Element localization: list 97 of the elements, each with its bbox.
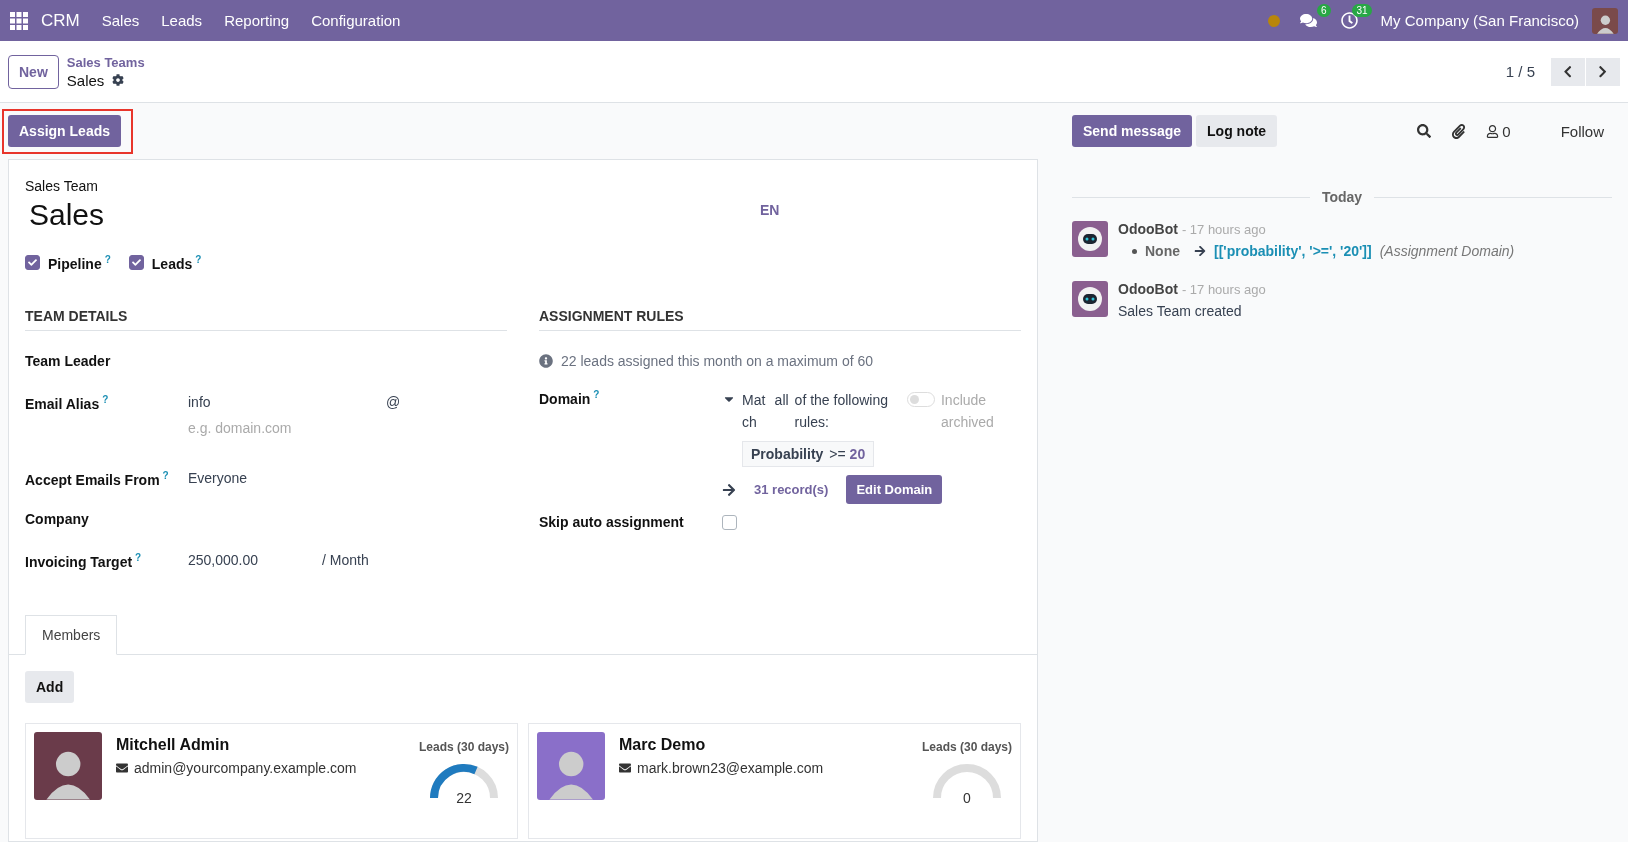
bullet-icon [1132,248,1137,254]
paperclip-icon[interactable] [1451,123,1467,139]
new-button[interactable]: New [8,54,59,89]
search-icon[interactable] [1417,124,1432,138]
option-label: Pipeline [48,255,102,272]
edit-domain-button[interactable]: Edit Domain [846,475,943,505]
field-label: Domain [539,390,591,407]
count-badge: 31 [1352,4,1372,17]
clock-icon[interactable] [1340,12,1358,29]
match-select[interactable]: all [774,388,789,412]
match-text: of the following rules: [794,390,889,433]
field-value[interactable]: Everyone [188,469,507,486]
alias-value[interactable]: info [188,393,378,410]
menu-item[interactable]: Reporting [215,12,299,29]
toggle-switch[interactable] [907,391,935,407]
match-select[interactable]: Match [742,388,769,434]
language-link[interactable]: EN [760,202,780,218]
status-dot [1267,14,1280,27]
member-email: admin@yourcompany.example.com [134,759,357,776]
date-divider: Today [1321,189,1363,205]
checkbox[interactable] [722,515,737,531]
help-mark[interactable]: ? [102,393,109,405]
help-mark[interactable]: ? [195,254,202,265]
gauge-value: 22 [455,789,473,806]
envelope-icon [619,761,631,774]
records-link[interactable]: 31 record(s) [754,482,829,498]
record-name: Sales [66,71,105,89]
send-message-button[interactable]: Send message [1072,115,1193,147]
menu-item[interactable]: Configuration [302,12,410,29]
avatar-placeholder [1592,7,1618,34]
member-card[interactable]: Marc Demo mark.brown23@example.com Leads (30 days) 0 [528,722,1021,839]
arrow-icon [1194,245,1206,257]
add-button[interactable]: Add [25,670,75,703]
app-name[interactable]: CRM [32,10,89,31]
unit-label: / Month [322,551,369,568]
pager-value: 1 / 5 [1505,63,1535,80]
message-author: OdooBot [1118,221,1178,237]
message-time: - 17 hours ago [1181,221,1266,237]
person-icon [1486,124,1500,138]
toggle-label: Include archived [941,390,995,433]
help-mark[interactable]: ? [162,469,169,481]
check-icon [131,258,141,268]
gauge-label: Leads (30 days) [921,739,1012,754]
breadcrumb-link[interactable]: Sales Teams [66,54,145,70]
message-author: OdooBot [1118,281,1178,297]
member-name: Mitchell Admin [116,735,231,754]
team-name[interactable]: Sales [25,194,760,232]
section-heading: TEAM DETAILS [25,307,507,331]
info-text: 22 leads assigned this month on a maximum of 60 [561,352,874,369]
checkbox[interactable] [128,255,144,271]
follow-button[interactable]: Follow [1552,122,1612,140]
target-value[interactable]: 250,000.00 [188,551,314,568]
gauge-label: Leads (30 days) [418,739,509,754]
previous-button[interactable] [1551,57,1585,86]
menu-item[interactable]: Sales [92,12,149,29]
gauge-value: 0 [962,789,972,806]
member-card[interactable]: Mitchell Admin admin@yourcompany.example.com Leads (30 days) 22 [25,722,518,839]
old-value: None [1145,243,1180,259]
menu-item[interactable]: Leads [152,12,212,29]
member-name: Marc Demo [619,735,707,754]
check-icon [28,258,37,268]
at-sign: @ [386,393,401,410]
avatar-placeholder [537,731,605,800]
new-value: [['probability', '>=', '20']] [1214,243,1372,259]
tab[interactable]: Members [25,614,118,655]
log-note-button[interactable]: Log note [1196,115,1278,147]
help-mark[interactable]: ? [593,388,600,400]
assign-leads-button[interactable]: Assign Leads [8,114,122,147]
section-heading: ASSIGNMENT RULES [539,307,1021,331]
chat-icon[interactable] [1299,12,1317,29]
envelope-icon [116,761,128,774]
field-label: Email Alias [25,395,100,412]
followers-button[interactable]: 0 [1478,122,1519,140]
checkbox[interactable] [25,255,40,271]
message-time: - 17 hours ago [1181,281,1266,297]
next-button[interactable] [1586,57,1620,86]
message-body: Sales Team created [1118,303,1243,319]
field-label: Accept Emails From [25,471,160,488]
robot-avatar [1072,221,1108,257]
field-label: Team Leader [25,352,111,369]
field-name: (Assignment Domain) [1379,243,1515,259]
apps-menu-icon[interactable] [10,11,28,30]
company-switcher[interactable]: My Company (San Francisco) [1371,12,1588,29]
field-label: Skip auto assignment [539,514,684,531]
info-icon [539,353,553,368]
arrow-icon [722,482,736,497]
member-email: mark.brown23@example.com [637,759,824,776]
avatar-placeholder [34,731,102,800]
settings-icon[interactable] [112,74,125,86]
field-label: Invoicing Target [25,553,133,570]
field-label: Company [25,510,89,527]
field-label: Sales Team [25,178,99,194]
option-label: Leads [151,255,193,272]
robot-avatar [1072,281,1108,317]
help-mark[interactable]: ? [135,551,142,563]
help-mark[interactable]: ? [104,254,111,265]
count-badge: 6 [1317,4,1331,17]
